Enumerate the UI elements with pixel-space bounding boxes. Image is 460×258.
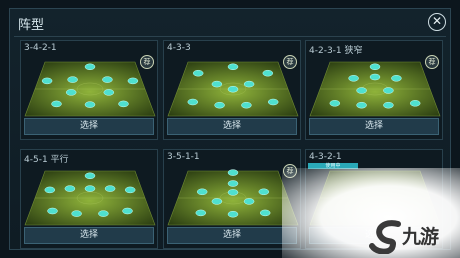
player-position-marker xyxy=(118,100,129,108)
formation-name: 3-5-1-1 xyxy=(167,152,200,162)
player-position-marker xyxy=(44,186,56,194)
player-position-marker xyxy=(211,198,223,205)
recommended-badge: 荐 xyxy=(140,55,154,69)
player-position-marker xyxy=(127,77,139,85)
formation-card[interactable]: 3-5-1-1荐选择 xyxy=(163,149,301,249)
pitch-diagram xyxy=(167,61,299,117)
player-position-marker xyxy=(124,186,136,194)
player-position-marker xyxy=(356,101,367,109)
player-position-marker xyxy=(227,85,239,93)
pitch-diagram xyxy=(24,61,156,117)
formation-card[interactable]: 3-4-2-1 荐选择 xyxy=(20,40,158,140)
player-position-marker xyxy=(211,80,223,88)
player-position-marker xyxy=(214,101,225,109)
pitch-diagram xyxy=(167,169,299,226)
select-button[interactable]: 选择 xyxy=(24,118,154,135)
player-position-marker xyxy=(259,209,271,217)
player-position-marker xyxy=(243,198,255,205)
formation-name: 3-4-2-1 xyxy=(24,43,57,53)
player-position-marker xyxy=(71,210,82,217)
formation-card[interactable]: 4-2-3-1 狭窄荐选择 xyxy=(305,40,443,140)
player-position-marker xyxy=(258,188,270,196)
pitch-diagram xyxy=(309,61,441,117)
player-position-marker xyxy=(65,89,77,96)
player-position-marker xyxy=(356,87,367,94)
player-position-marker xyxy=(103,89,115,96)
recommended-badge: 荐 xyxy=(283,55,297,69)
player-position-marker xyxy=(262,69,274,77)
player-position-marker xyxy=(84,185,96,192)
recommended-badge: 荐 xyxy=(425,55,439,69)
player-position-marker xyxy=(84,63,96,71)
player-position-marker xyxy=(227,63,239,71)
formation-name: 4-3-3 xyxy=(167,43,191,53)
player-position-marker xyxy=(51,100,62,108)
select-button[interactable]: 选择 xyxy=(167,118,297,135)
player-position-marker xyxy=(227,189,239,196)
player-position-marker xyxy=(41,77,53,85)
player-position-marker xyxy=(329,100,341,107)
player-position-marker xyxy=(391,75,402,82)
player-position-marker xyxy=(243,80,255,88)
player-position-marker xyxy=(122,207,133,215)
jiuyou-logo-icon xyxy=(369,220,401,254)
player-position-marker xyxy=(84,172,96,180)
select-button[interactable]: 选择 xyxy=(167,227,297,244)
player-position-marker xyxy=(409,100,421,107)
select-button[interactable]: 选择 xyxy=(24,227,154,244)
player-position-marker xyxy=(84,101,96,108)
pitch-diagram xyxy=(24,170,156,226)
formation-name: 4-3-2-1 xyxy=(309,152,342,162)
player-position-marker xyxy=(383,101,394,109)
select-button[interactable]: 选择 xyxy=(309,118,439,135)
player-position-marker xyxy=(64,185,76,192)
player-position-marker xyxy=(267,98,279,106)
player-position-marker xyxy=(241,101,252,109)
player-position-marker xyxy=(98,210,109,217)
player-position-marker xyxy=(47,207,58,215)
dialog-title: 阵型 xyxy=(18,18,45,33)
player-position-marker xyxy=(227,180,239,187)
player-position-marker xyxy=(227,169,239,176)
player-position-marker xyxy=(369,73,381,81)
player-position-marker xyxy=(383,87,394,94)
player-position-marker xyxy=(196,188,208,196)
formation-card[interactable]: 4-3-3 荐选择 xyxy=(163,40,301,140)
player-position-marker xyxy=(187,98,199,106)
player-position-marker xyxy=(104,185,116,192)
formation-card[interactable]: 4-5-1 平行 选择 xyxy=(20,149,158,249)
close-icon[interactable]: ✕ xyxy=(428,13,446,31)
player-position-marker xyxy=(192,69,204,77)
player-position-marker xyxy=(102,76,113,83)
watermark-text: 九游 xyxy=(402,226,439,248)
title-divider xyxy=(14,36,446,37)
player-position-marker xyxy=(227,210,239,218)
player-position-marker xyxy=(67,76,78,83)
player-position-marker xyxy=(195,209,207,217)
player-position-marker xyxy=(348,75,359,82)
player-position-marker xyxy=(369,63,381,71)
